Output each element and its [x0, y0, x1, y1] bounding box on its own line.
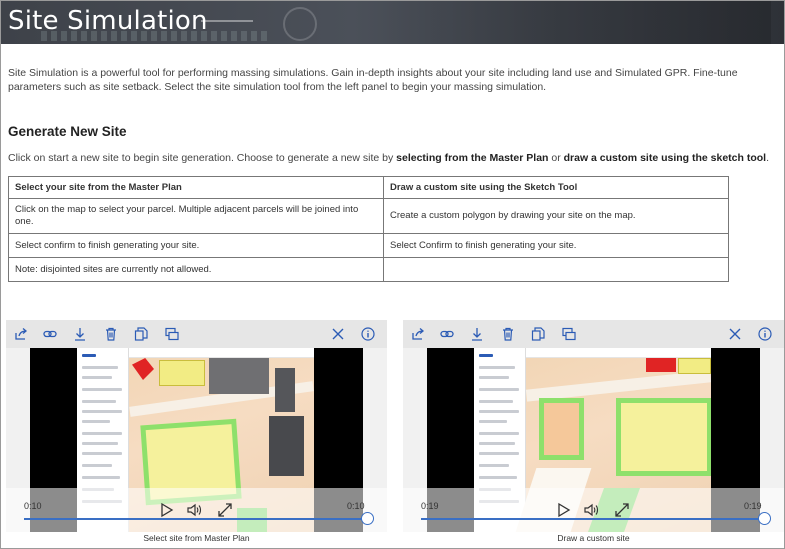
- delete-icon[interactable]: [103, 326, 119, 342]
- section-title: Generate New Site: [8, 124, 127, 139]
- table-row: Select confirm to finish generating your…: [8, 233, 729, 258]
- desc-bold-master-plan: selecting from the Master Plan: [396, 152, 549, 164]
- table-cell: Select Confirm to finish generating your…: [383, 233, 729, 258]
- table-cell: Note: disjointed sites are currently not…: [8, 257, 384, 282]
- desc-text: .: [766, 152, 770, 164]
- video-toolbar: [6, 320, 387, 348]
- video-player-master-plan: 0:10 0:10: [6, 320, 387, 532]
- table-header-row: Select your site from the Master Plan Dr…: [8, 176, 729, 199]
- link-icon[interactable]: [42, 326, 58, 342]
- banner-decoration: [201, 20, 253, 22]
- video-toolbar: [403, 320, 784, 348]
- desc-text: or: [548, 152, 564, 164]
- volume-icon[interactable]: [583, 501, 601, 519]
- elapsed-time: 0:10: [24, 501, 42, 511]
- copy-icon[interactable]: [133, 326, 149, 342]
- volume-icon[interactable]: [186, 501, 204, 519]
- delete-icon[interactable]: [500, 326, 516, 342]
- video-caption: Select site from Master Plan: [143, 533, 250, 543]
- options-table: Select your site from the Master Plan Dr…: [8, 176, 729, 282]
- close-icon[interactable]: [727, 326, 743, 342]
- desc-bold-sketch-tool: draw a custom site using the sketch tool: [563, 152, 767, 164]
- intro-text: Site Simulation is a powerful tool for p…: [8, 67, 738, 93]
- play-icon[interactable]: [554, 501, 572, 519]
- info-icon[interactable]: [757, 326, 773, 342]
- info-icon[interactable]: [360, 326, 376, 342]
- section-description: Click on start a new site to begin site …: [8, 151, 783, 165]
- embed-icon[interactable]: [561, 326, 577, 342]
- seek-handle[interactable]: [361, 512, 374, 525]
- share-icon[interactable]: [13, 326, 29, 342]
- table-header: Select your site from the Master Plan: [8, 176, 384, 199]
- fullscreen-icon[interactable]: [216, 501, 234, 519]
- link-icon[interactable]: [439, 326, 455, 342]
- banner-decoration: [283, 7, 317, 41]
- table-cell: Create a custom polygon by drawing your …: [383, 198, 729, 234]
- close-icon[interactable]: [330, 326, 346, 342]
- copy-icon[interactable]: [530, 326, 546, 342]
- table-row: Note: disjointed sites are currently not…: [8, 257, 729, 282]
- table-cell: [383, 257, 729, 282]
- video-caption: Draw a custom site: [557, 533, 630, 543]
- duration-time: 0:19: [744, 501, 762, 511]
- duration-time: 0:10: [347, 501, 365, 511]
- desc-text: Click on start a new site to begin site …: [8, 152, 397, 164]
- table-row: Click on the map to select your parcel. …: [8, 198, 729, 234]
- header-banner: Site Simulation: [1, 1, 784, 44]
- app-topbar-thumbnail: [526, 348, 711, 358]
- fullscreen-icon[interactable]: [613, 501, 631, 519]
- play-icon[interactable]: [157, 501, 175, 519]
- banner-shade: [371, 1, 771, 44]
- table-cell: Click on the map to select your parcel. …: [8, 198, 384, 234]
- download-icon[interactable]: [72, 326, 88, 342]
- video-player-custom-site: 0:19 0:19: [403, 320, 784, 532]
- page-title: Site Simulation: [8, 6, 208, 36]
- app-topbar-thumbnail: [129, 348, 314, 358]
- embed-icon[interactable]: [164, 326, 180, 342]
- seek-handle[interactable]: [758, 512, 771, 525]
- table-cell: Select confirm to finish generating your…: [8, 233, 384, 258]
- elapsed-time: 0:19: [421, 501, 439, 511]
- download-icon[interactable]: [469, 326, 485, 342]
- share-icon[interactable]: [410, 326, 426, 342]
- table-header: Draw a custom site using the Sketch Tool: [383, 176, 729, 199]
